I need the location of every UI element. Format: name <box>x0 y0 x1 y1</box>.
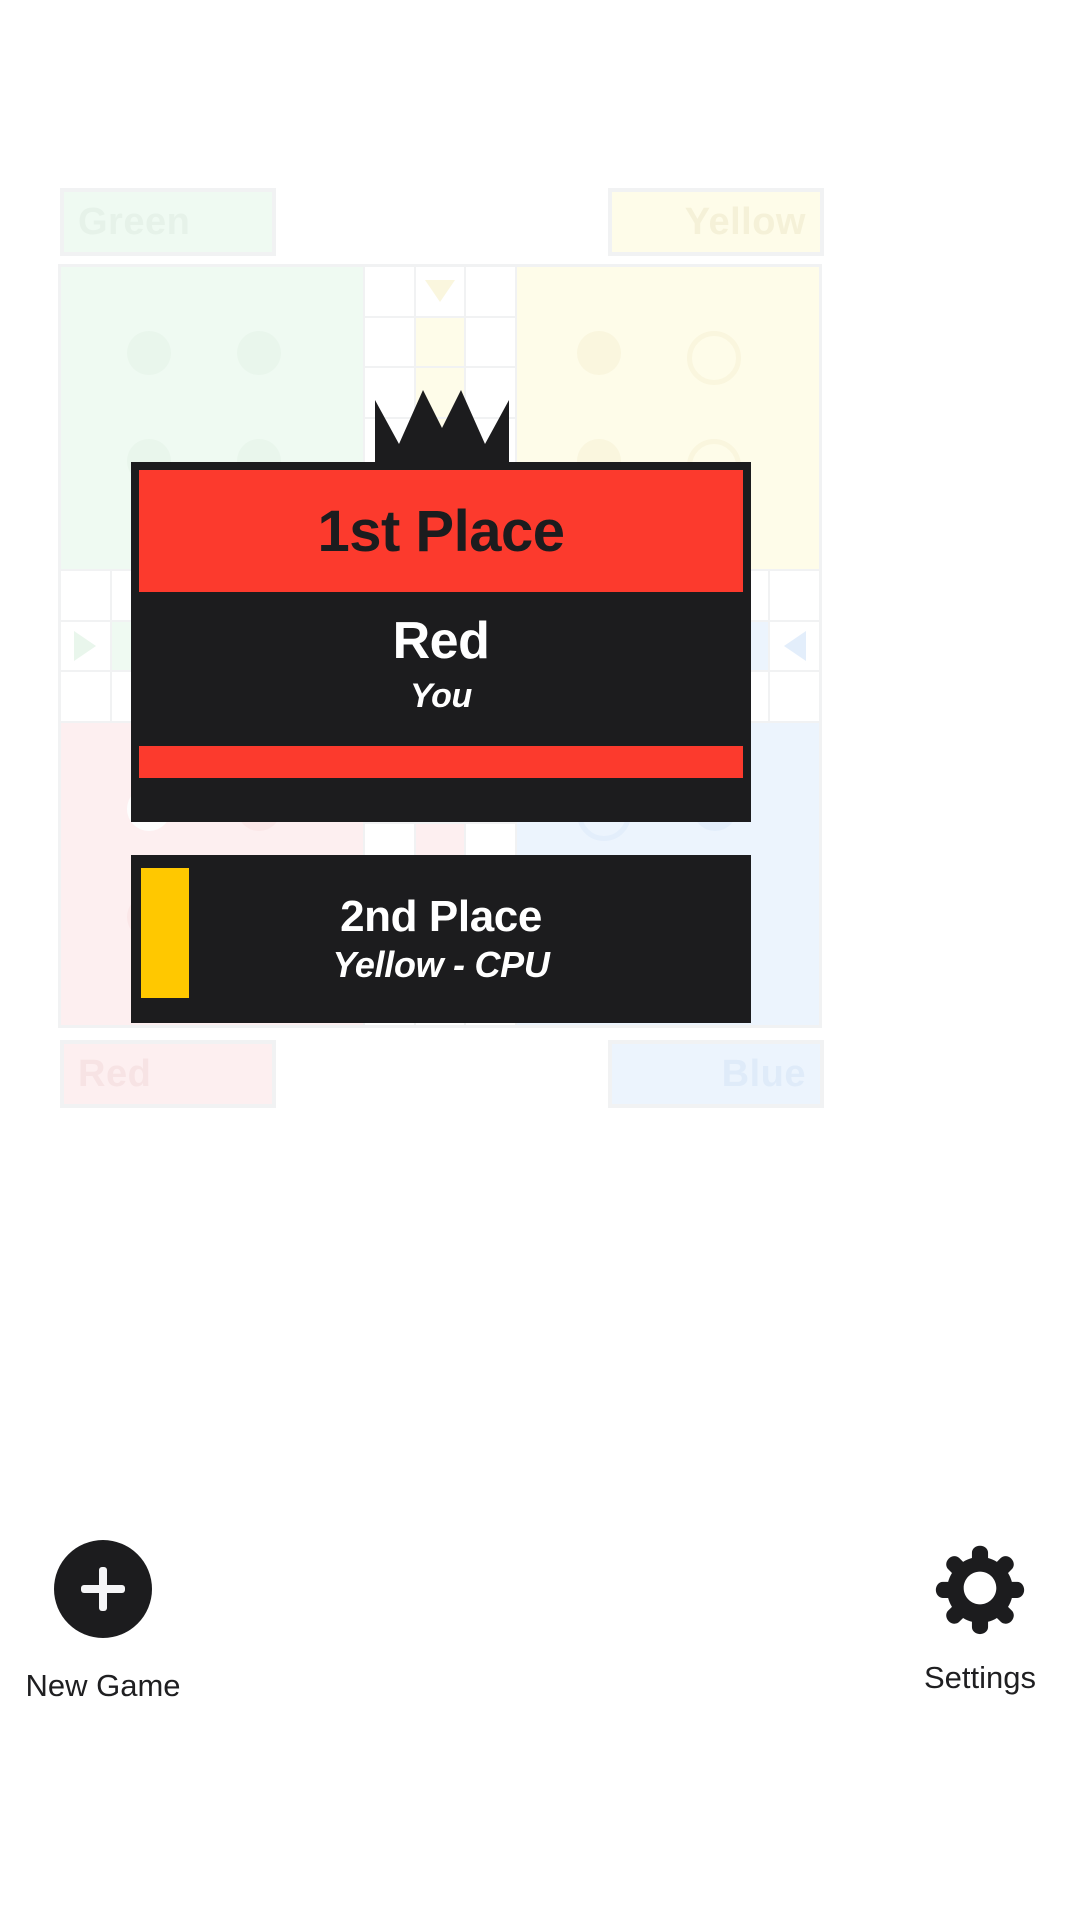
second-place-color-bar <box>141 868 189 999</box>
new-game-label: New Game <box>25 1668 181 1703</box>
plus-icon <box>81 1567 125 1611</box>
arrow-down-icon <box>424 280 455 303</box>
token-green-2 <box>237 331 281 375</box>
arrow-right-icon <box>74 630 97 661</box>
bottom-action-bar: New Game Settings <box>0 1540 1080 1800</box>
new-game-button-circle[interactable] <box>54 1540 152 1638</box>
second-place-player-sub: Yellow - CPU <box>332 944 550 986</box>
token-yellow-2 <box>687 331 741 385</box>
board-label-yellow-text: Yellow <box>684 200 806 243</box>
token-yellow-1 <box>577 331 621 375</box>
track-cell <box>61 571 110 620</box>
board-label-red-text: Red <box>78 1052 152 1095</box>
track-cell-yellow-start <box>415 267 465 316</box>
first-place-banner: 1st Place <box>139 470 743 592</box>
token-green-1 <box>127 331 171 375</box>
track-cell <box>770 571 819 620</box>
board-label-yellow: Yellow <box>608 188 824 256</box>
track-cell <box>466 317 515 367</box>
first-place-color-bar <box>139 746 743 779</box>
track-cell <box>365 267 414 316</box>
board-label-green-text: Green <box>78 200 191 243</box>
second-place-text: 2nd Place Yellow - CPU <box>332 892 549 986</box>
track-cell <box>770 672 819 721</box>
second-place-card[interactable]: 2nd Place Yellow - CPU <box>131 855 751 1024</box>
track-cell <box>365 317 414 367</box>
board-label-blue-text: Blue <box>721 1052 806 1095</box>
track-cell-green-start <box>61 621 110 671</box>
board-label-blue: Blue <box>608 1040 824 1108</box>
settings-button[interactable]: Settings <box>918 1540 1042 1696</box>
board-label-green: Green <box>60 188 276 256</box>
first-place-player-sub: You <box>409 677 473 716</box>
results-panel: 1st Place Red You 2nd Place Yellow - CPU <box>131 462 751 1024</box>
gear-icon[interactable] <box>932 1540 1028 1636</box>
new-game-button[interactable]: New Game <box>25 1540 181 1704</box>
first-place-label: 1st Place <box>317 498 565 564</box>
arrow-left-icon <box>783 630 806 661</box>
first-place-body: Red You <box>139 592 743 779</box>
game-result-screen: Green Yellow Red Blue 1st Place Red You … <box>0 0 1080 1920</box>
track-cell <box>61 672 110 721</box>
first-place-player-name: Red <box>392 612 490 670</box>
second-place-label: 2nd Place <box>340 892 542 942</box>
home-path-yellow <box>415 317 465 367</box>
first-place-card[interactable]: 1st Place Red You <box>131 462 751 823</box>
track-cell-blue-start <box>770 621 819 671</box>
board-label-red: Red <box>60 1040 276 1108</box>
settings-label: Settings <box>923 1660 1036 1695</box>
track-cell <box>466 267 515 316</box>
